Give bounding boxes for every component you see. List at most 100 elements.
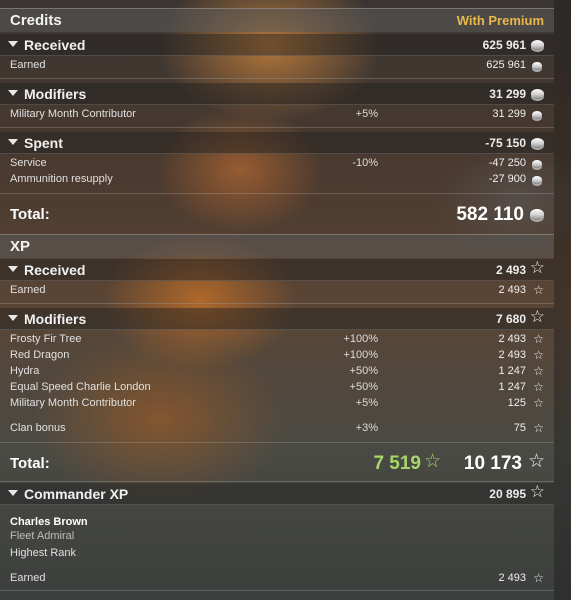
item-label: Hydra xyxy=(10,365,40,377)
credit-coin-icon xyxy=(531,89,544,99)
item-value: 2 493 xyxy=(498,349,526,361)
divider xyxy=(0,193,554,194)
credit-coin-icon xyxy=(530,209,544,220)
with-premium-label: With Premium xyxy=(456,13,544,28)
credit-coin-icon xyxy=(531,138,544,148)
star-icon: ☆ xyxy=(533,283,544,297)
list-item: Hydra +50% 1 247 ☆ xyxy=(0,364,554,380)
xp-total-row: Total: 7 519 ☆ 10 173 ☆ xyxy=(0,446,554,480)
item-value: 1 247 xyxy=(498,381,526,393)
divider xyxy=(0,303,554,304)
list-item: Military Month Contributor +5% 125 ☆ xyxy=(0,396,554,412)
item-value: 2 493 xyxy=(498,572,526,584)
star-icon: ☆ xyxy=(533,364,544,378)
credits-title: Credits xyxy=(10,12,62,29)
item-value: 2 493 xyxy=(498,284,526,296)
list-item: Ammunition resupply -27 900 xyxy=(0,172,554,188)
xp-title: XP xyxy=(10,238,31,255)
item-value: 31 299 xyxy=(492,108,526,120)
xp-modifiers-section[interactable]: Modifiers 7 680 ☆ xyxy=(0,308,554,330)
item-label: Frosty Fir Tree xyxy=(10,333,82,345)
star-icon: ☆ xyxy=(527,450,545,472)
chevron-down-icon[interactable] xyxy=(8,41,18,47)
list-item: Military Month Contributor +5% 31 299 xyxy=(0,107,554,123)
list-item: Red Dragon +100% 2 493 ☆ xyxy=(0,348,554,364)
credits-spent-section[interactable]: Spent -75 150 xyxy=(0,132,554,154)
item-value: 2 493 xyxy=(498,333,526,345)
item-value: 625 961 xyxy=(486,59,526,71)
item-label: Military Month Contributor xyxy=(10,397,136,409)
item-modifier: +5% xyxy=(355,108,378,120)
xp-received-total: 2 493 xyxy=(495,263,526,277)
credits-modifiers-section[interactable]: Modifiers 31 299 xyxy=(0,83,554,105)
commander-xp-total: 20 895 xyxy=(489,487,526,501)
chevron-down-icon[interactable] xyxy=(8,266,18,272)
results-panel: Credits With Premium Received 625 961 Ea… xyxy=(0,0,554,600)
item-label: Earned xyxy=(10,284,46,296)
list-item: Equal Speed Charlie London +50% 1 247 ☆ xyxy=(0,380,554,396)
credits-modifiers-total: 31 299 xyxy=(489,87,526,101)
list-item: Service -10% -47 250 xyxy=(0,156,554,172)
credit-coin-icon xyxy=(532,160,542,168)
item-label: Military Month Contributor xyxy=(10,108,136,120)
scrollbar[interactable] xyxy=(554,0,571,600)
chevron-down-icon[interactable] xyxy=(8,315,18,321)
credits-spent-title: Spent xyxy=(24,135,63,151)
credits-received-section[interactable]: Received 625 961 xyxy=(0,34,554,56)
item-modifier: +50% xyxy=(349,381,378,393)
item-modifier: +3% xyxy=(355,422,378,434)
credits-total-row: Total: 582 110 xyxy=(0,197,554,231)
list-item: Earned 625 961 xyxy=(0,58,554,74)
star-icon: ☆ xyxy=(533,380,544,394)
chevron-down-icon[interactable] xyxy=(8,139,18,145)
divider xyxy=(0,127,554,128)
star-icon: ☆ xyxy=(533,571,544,585)
total-label: Total: xyxy=(10,455,50,472)
item-value: 1 247 xyxy=(498,365,526,377)
credits-received-total: 625 961 xyxy=(482,38,526,52)
divider xyxy=(0,442,554,443)
xp-header: XP xyxy=(0,234,554,258)
commander-xp-section[interactable]: Commander XP 20 895 ☆ xyxy=(0,483,554,505)
star-icon: ☆ xyxy=(423,450,441,472)
item-modifier: -10% xyxy=(352,157,378,169)
star-icon: ☆ xyxy=(533,332,544,346)
xp-received-section[interactable]: Received 2 493 ☆ xyxy=(0,259,554,281)
credits-modifiers-title: Modifiers xyxy=(24,86,87,102)
credit-coin-icon xyxy=(532,176,542,184)
xp-received-title: Received xyxy=(24,262,86,278)
item-value: 75 xyxy=(513,422,526,434)
xp-modifiers-title: Modifiers xyxy=(24,311,87,327)
list-item: Frosty Fir Tree +100% 2 493 ☆ xyxy=(0,332,554,348)
list-item: Clan bonus +3% 75 ☆ xyxy=(0,421,554,437)
commander-xp-title: Commander XP xyxy=(24,486,129,502)
list-item: Earned 2 493 ☆ xyxy=(0,571,554,587)
star-icon: ☆ xyxy=(529,307,545,327)
star-icon: ☆ xyxy=(533,421,544,435)
credits-spent-total: -75 150 xyxy=(485,136,526,150)
xp-total-base-value: 7 519 xyxy=(373,453,421,474)
item-label: Red Dragon xyxy=(10,349,70,361)
chevron-down-icon[interactable] xyxy=(8,490,18,496)
item-label: Ammunition resupply xyxy=(10,173,113,185)
item-label: Service xyxy=(10,157,47,169)
item-label: Clan bonus xyxy=(10,422,66,434)
item-modifier: +50% xyxy=(349,365,378,377)
divider xyxy=(0,78,554,79)
credits-total-value: 582 110 xyxy=(456,204,524,225)
item-modifier: +100% xyxy=(343,333,378,345)
item-label: Earned xyxy=(10,572,46,584)
star-icon: ☆ xyxy=(533,348,544,362)
credits-header: Credits With Premium xyxy=(0,8,554,32)
xp-modifiers-total: 7 680 xyxy=(495,312,526,326)
divider xyxy=(0,590,554,591)
commander-rank: Fleet Admiral xyxy=(10,530,75,542)
credit-coin-icon xyxy=(532,111,542,119)
star-icon: ☆ xyxy=(529,482,545,502)
credit-coin-icon xyxy=(531,40,544,50)
divider xyxy=(0,481,554,482)
item-label: Equal Speed Charlie London xyxy=(10,381,151,393)
item-modifier: +100% xyxy=(343,349,378,361)
list-item: Earned 2 493 ☆ xyxy=(0,283,554,299)
chevron-down-icon[interactable] xyxy=(8,90,18,96)
